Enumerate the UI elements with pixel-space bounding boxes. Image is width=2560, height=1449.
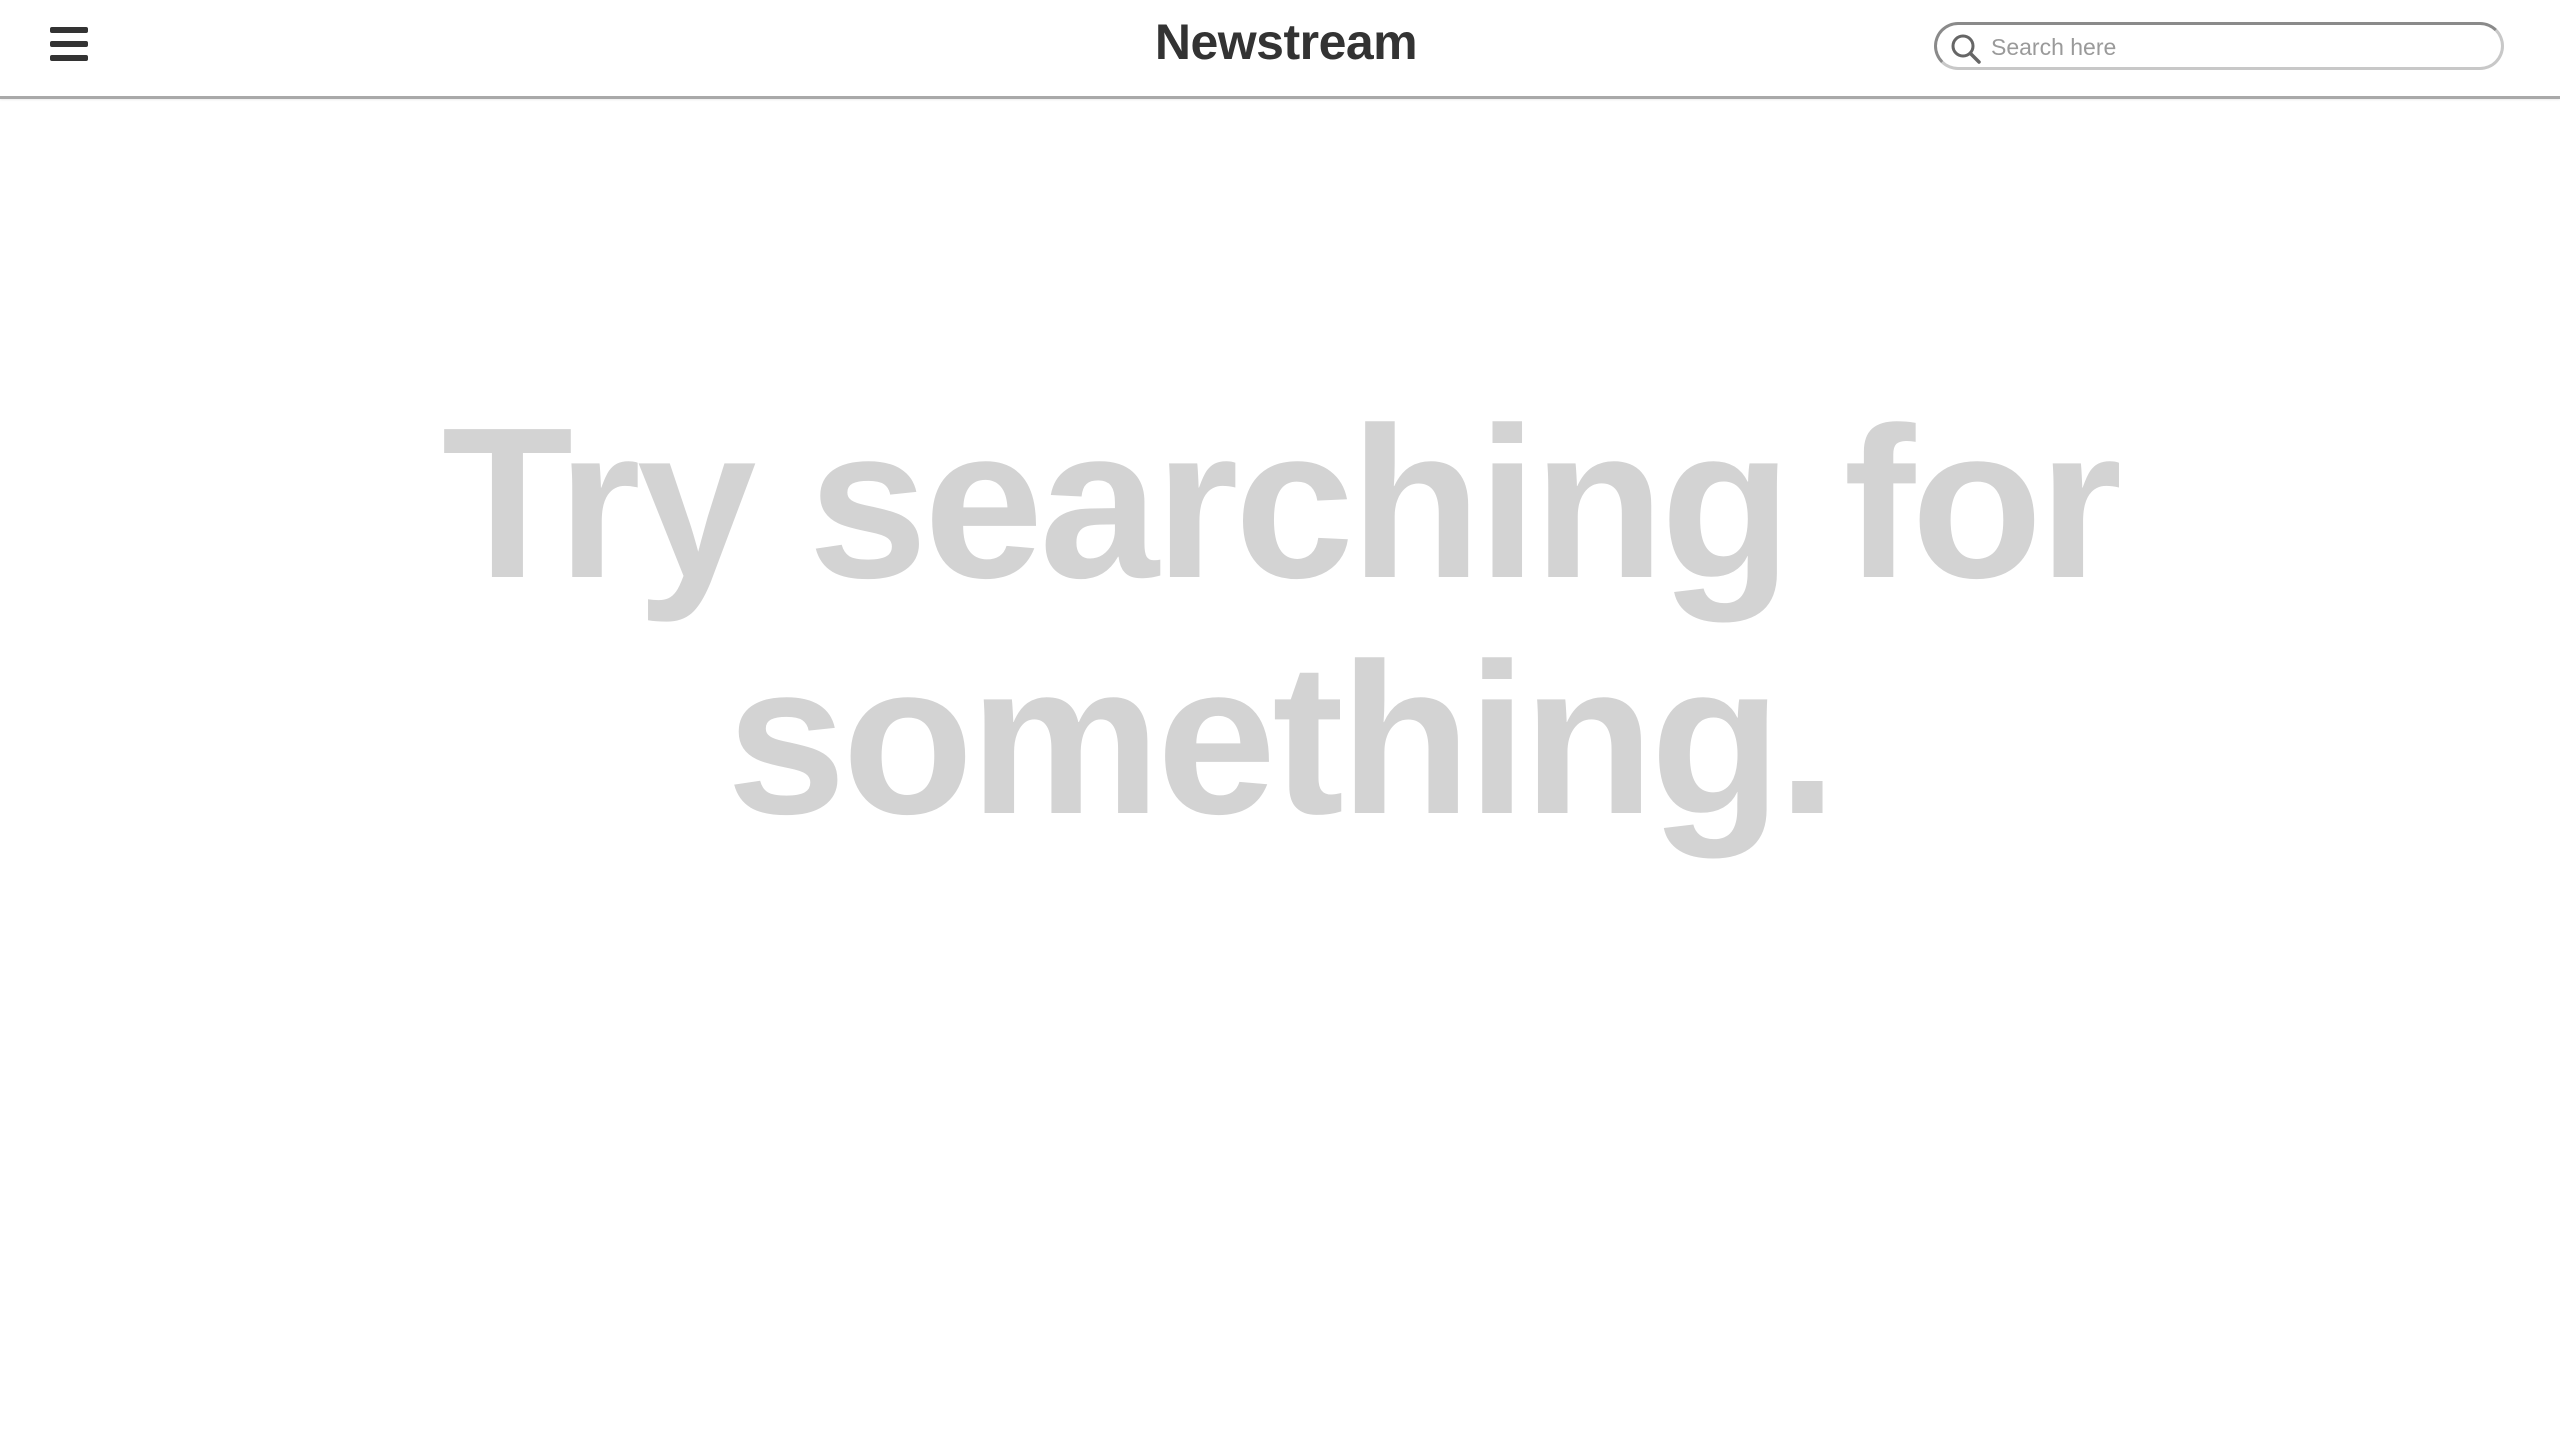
search-box[interactable] (1934, 22, 2504, 70)
empty-search-message: Try searching for something. (0, 385, 2560, 857)
search-input[interactable] (1989, 29, 2493, 65)
empty-message-line-1: Try searching for (441, 382, 2122, 623)
top-header: Newstream (0, 0, 2560, 99)
empty-message-line-2: something. (726, 618, 1838, 859)
search-icon[interactable] (1949, 32, 1983, 66)
